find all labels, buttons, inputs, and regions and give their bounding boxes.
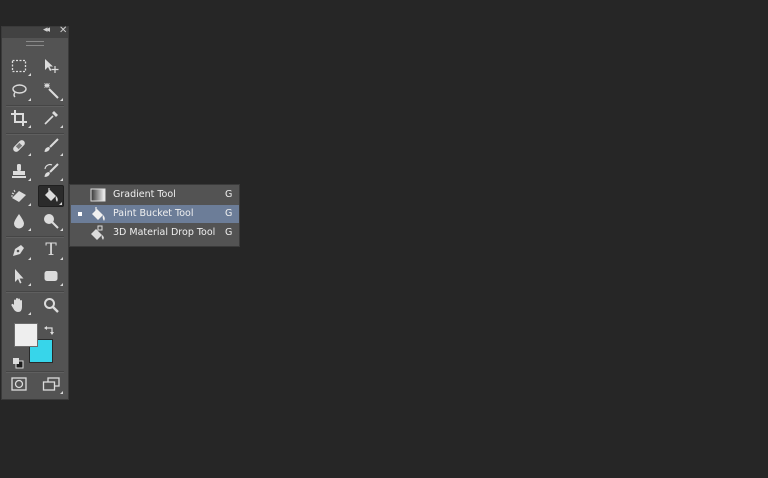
- clone-stamp-tool[interactable]: [6, 160, 32, 182]
- more-tools-indicator: [59, 202, 62, 205]
- paint-tools-flyout-menu: Gradient Tool G Paint Bucket Tool G 3D M…: [69, 184, 240, 247]
- rectangle-shape-icon: [44, 271, 58, 281]
- paint-bucket-icon: [92, 207, 105, 221]
- path-selection-tool[interactable]: [6, 265, 32, 287]
- zoom-tool[interactable]: [38, 294, 64, 316]
- dodge-tool[interactable]: [38, 210, 64, 232]
- panel-header: ◂◂ ✕: [2, 25, 68, 38]
- flyout-item-shortcut: G: [225, 208, 233, 219]
- brush-icon: [44, 138, 59, 152]
- flyout-item-label: Gradient Tool: [113, 189, 176, 200]
- more-tools-indicator: [28, 125, 31, 128]
- eraser-icon: [11, 189, 26, 202]
- paint-bucket-icon: [45, 188, 58, 202]
- flyout-item-paint-bucket-tool[interactable]: Paint Bucket Tool G: [71, 205, 239, 223]
- more-tools-indicator: [60, 178, 63, 181]
- more-tools-indicator: [28, 283, 31, 286]
- collapse-panel-icon[interactable]: ◂◂: [43, 25, 50, 35]
- flyout-item-shortcut: G: [225, 227, 233, 238]
- more-tools-indicator: [60, 98, 63, 101]
- more-tools-indicator: [60, 228, 63, 231]
- screen-mode[interactable]: [38, 373, 64, 395]
- gradient-icon: [90, 188, 106, 202]
- more-tools-indicator: [28, 178, 31, 181]
- more-tools-indicator: [60, 153, 63, 156]
- marquee-icon: [11, 59, 27, 73]
- type-icon: T: [45, 240, 57, 260]
- swap-colors-icon[interactable]: [43, 322, 55, 335]
- move-tool[interactable]: [38, 55, 64, 77]
- history-brush-icon: [44, 163, 59, 177]
- more-tools-indicator: [60, 391, 63, 394]
- close-panel-icon[interactable]: ✕: [59, 25, 67, 36]
- 3d-material-drop-icon: [91, 225, 104, 240]
- more-tools-indicator: [60, 283, 63, 286]
- flyout-item-gradient-tool[interactable]: Gradient Tool G: [71, 186, 239, 204]
- more-tools-indicator: [60, 125, 63, 128]
- rectangle-tool[interactable]: [38, 265, 64, 287]
- magic-wand-tool[interactable]: [38, 80, 64, 102]
- arrow-icon: [15, 269, 24, 284]
- eyedropper-tool[interactable]: [38, 107, 64, 129]
- stamp-icon: [12, 164, 26, 178]
- quick-mask-mode[interactable]: [6, 373, 32, 395]
- more-tools-indicator: [28, 257, 31, 260]
- eraser-tool[interactable]: [6, 185, 32, 207]
- crop-icon: [11, 110, 27, 126]
- type-tool[interactable]: T: [38, 239, 64, 261]
- hand-icon: [11, 298, 22, 312]
- rectangular-marquee-tool[interactable]: [6, 55, 32, 77]
- eyedropper-icon: [44, 111, 58, 125]
- drop-icon: [14, 214, 24, 229]
- tool-group-separator: [6, 291, 64, 293]
- zoom-icon: [44, 298, 59, 313]
- more-tools-indicator: [28, 228, 31, 231]
- foreground-color-swatch[interactable]: [14, 323, 38, 347]
- lasso-icon: [12, 84, 27, 98]
- tool-group-separator: [6, 236, 64, 238]
- blur-tool[interactable]: [6, 210, 32, 232]
- flyout-item-shortcut: G: [225, 189, 233, 200]
- panel-grip[interactable]: [26, 41, 44, 46]
- paint-bucket-tool[interactable]: [38, 185, 64, 207]
- flyout-item-label: Paint Bucket Tool: [113, 208, 194, 219]
- more-tools-indicator: [60, 257, 63, 260]
- bandage-icon: [13, 140, 25, 152]
- lasso-tool[interactable]: [6, 80, 32, 102]
- tools-panel: ◂◂ ✕ T: [1, 25, 69, 400]
- more-tools-indicator: [28, 312, 31, 315]
- flyout-item-3d-material-drop-tool[interactable]: 3D Material Drop Tool G: [71, 224, 239, 242]
- pen-tool[interactable]: [6, 239, 32, 261]
- default-colors-icon[interactable]: [12, 354, 24, 369]
- more-tools-indicator: [28, 203, 31, 206]
- flyout-item-label: 3D Material Drop Tool: [113, 227, 216, 238]
- pen-icon: [13, 245, 24, 256]
- more-tools-indicator: [28, 73, 31, 76]
- hand-tool[interactable]: [6, 294, 32, 316]
- current-tool-bullet: [78, 212, 82, 216]
- brush-tool[interactable]: [38, 135, 64, 157]
- dodge-icon: [44, 214, 59, 229]
- history-brush-tool[interactable]: [38, 160, 64, 182]
- screen-mode-icon: [42, 377, 60, 391]
- quick-mask-icon: [11, 377, 27, 391]
- spot-healing-brush-tool[interactable]: [6, 135, 32, 157]
- magic-wand-icon: [44, 83, 59, 99]
- more-tools-indicator: [28, 98, 31, 101]
- crop-tool[interactable]: [6, 107, 32, 129]
- move-icon: [45, 59, 59, 73]
- more-tools-indicator: [28, 153, 31, 156]
